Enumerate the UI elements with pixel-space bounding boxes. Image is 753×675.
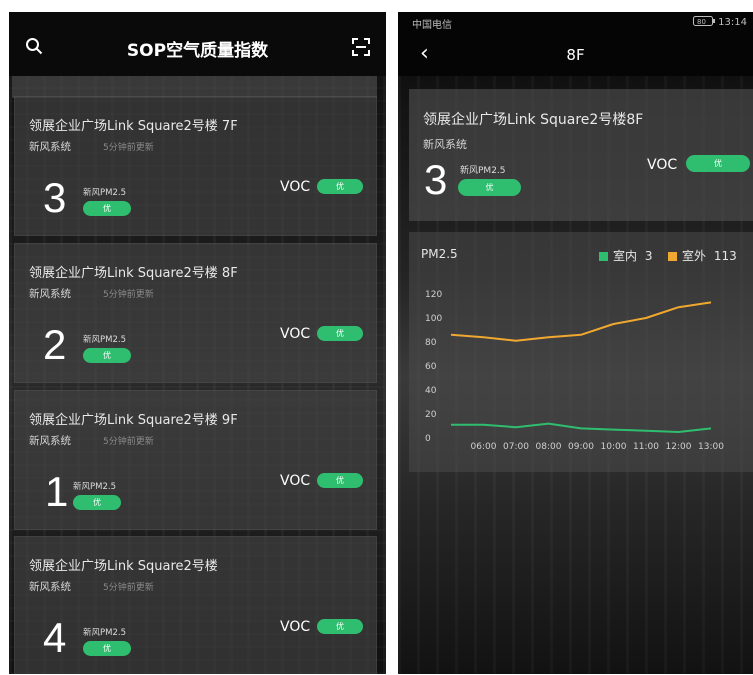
card-system: 新风系统: [29, 435, 71, 447]
battery-level: 80: [697, 18, 706, 26]
x-tick-label: 09:00: [568, 442, 594, 452]
pm25-label: 新风PM2.5: [83, 188, 126, 198]
y-tick-label: 100: [425, 314, 442, 324]
x-tick-label: 10:00: [601, 442, 627, 452]
card-name: 领展企业广场Link Square2号楼 7F: [29, 119, 238, 134]
voc-label: VOC: [647, 157, 678, 173]
floor-card[interactable]: 领展企业广场Link Square2号楼 7F 新风系统 5分钟前更新 3 新风…: [14, 96, 377, 236]
scan-icon[interactable]: [351, 37, 371, 57]
page-title: SOP空气质量指数: [126, 41, 269, 61]
floor-detail-card: 领展企业广场Link Square2号楼8F 新风系统 3 新风PM2.5 优 …: [409, 89, 753, 221]
x-tick-label: 07:00: [503, 442, 529, 452]
floor-card[interactable]: 领展企业广场Link Square2号楼 9F 新风系统 5分钟前更新 1 新风…: [14, 390, 377, 530]
card-updated: 5分钟前更新: [103, 583, 154, 593]
voc-label: VOC: [280, 326, 311, 342]
floor-card[interactable]: 领展企业广场Link Square2号楼 新风系统 5分钟前更新 4 新风PM2…: [14, 536, 377, 674]
card-system: 新风系统: [29, 141, 71, 153]
card-updated: 5分钟前更新: [103, 143, 154, 153]
card-updated: 5分钟前更新: [103, 437, 154, 447]
voc-label: VOC: [280, 619, 311, 635]
battery-icon: 80: [692, 16, 715, 26]
screenshot-stage: SOP空气质量指数 领展企业广场Link Square2号楼 7F 新风系统 5…: [0, 0, 753, 675]
series-line-outdoor: [450, 301, 712, 342]
carrier-name: 中国电信: [412, 20, 452, 31]
y-tick-label: 0: [425, 434, 431, 444]
y-tick-label: 40: [425, 386, 437, 396]
card-system: 新风系统: [29, 581, 71, 593]
clock: 13:14: [718, 17, 747, 28]
air-quality-list-screen: SOP空气质量指数 领展企业广场Link Square2号楼 7F 新风系统 5…: [9, 12, 386, 674]
x-tick-label: 13:00: [698, 442, 724, 452]
pm25-grade-badge: 优: [83, 641, 131, 656]
x-tick-label: 08:00: [536, 442, 562, 452]
pm25-value: 4: [43, 614, 67, 661]
pm25-value: 1: [45, 468, 69, 515]
pm25-chart-card: PM2.5 室内 3 室外 113 0 20 40 60 80 100 120 06:00 07…: [409, 232, 753, 472]
card-name: 领展企业广场Link Square2号楼 8F: [29, 266, 238, 281]
card-system: 新风系统: [29, 288, 71, 300]
y-tick-label: 80: [425, 338, 437, 348]
card-name: 领展企业广场Link Square2号楼 9F: [29, 413, 238, 428]
x-tick-label: 12:00: [666, 442, 692, 452]
y-tick-label: 60: [425, 362, 437, 372]
card-system: 新风系统: [423, 138, 467, 151]
status-icons: 80 13:14: [692, 16, 747, 28]
previous-card-edge: [12, 76, 377, 98]
series-line-indoor: [451, 422, 712, 433]
pm25-value: 3: [424, 156, 448, 203]
pm25-label: 新风PM2.5: [73, 482, 116, 492]
x-tick-label: 06:00: [471, 442, 497, 452]
pm25-grade-badge: 优: [83, 201, 131, 216]
voc-label: VOC: [280, 179, 311, 195]
page-title: 8F: [566, 46, 585, 64]
card-updated: 5分钟前更新: [103, 290, 154, 300]
status-bar: 中国电信 80 13:14: [398, 12, 753, 34]
pm25-grade-badge: 优: [83, 348, 131, 363]
pm25-label: 新风PM2.5: [83, 335, 126, 345]
y-tick-label: 20: [425, 410, 437, 420]
voc-label: VOC: [280, 473, 311, 489]
voc-grade-badge: 优: [317, 619, 363, 634]
voc-grade-badge: 优: [317, 326, 363, 341]
pm25-grade-badge: 优: [458, 179, 521, 196]
pm25-label: 新风PM2.5: [83, 628, 126, 638]
voc-grade-badge: 优: [317, 473, 363, 488]
pm25-value: 2: [43, 321, 67, 368]
floor-card[interactable]: 领展企业广场Link Square2号楼 8F 新风系统 5分钟前更新 2 新风…: [14, 243, 377, 383]
y-tick-label: 120: [425, 290, 442, 300]
x-tick-label: 11:00: [633, 442, 659, 452]
top-app-bar: SOP空气质量指数: [9, 12, 386, 76]
pm25-line-chart: 0 20 40 60 80 100 120 06:00 07:00 08:00 09:00 10:00…: [425, 290, 724, 452]
card-name: 领展企业广场Link Square2号楼: [29, 559, 218, 574]
card-name: 领展企业广场Link Square2号楼8F: [423, 112, 644, 128]
pm25-grade-badge: 优: [73, 495, 121, 510]
voc-grade-badge: 优: [686, 155, 750, 172]
nav-bar: ‹ 8F: [398, 34, 753, 76]
pm25-value: 3: [43, 174, 67, 221]
voc-grade-badge: 优: [317, 179, 363, 194]
pm25-label: 新风PM2.5: [460, 166, 506, 176]
floor-detail-screen: 中国电信 80 13:14 ‹ 8F 领展企业广场Link Square2号楼8…: [398, 12, 753, 674]
